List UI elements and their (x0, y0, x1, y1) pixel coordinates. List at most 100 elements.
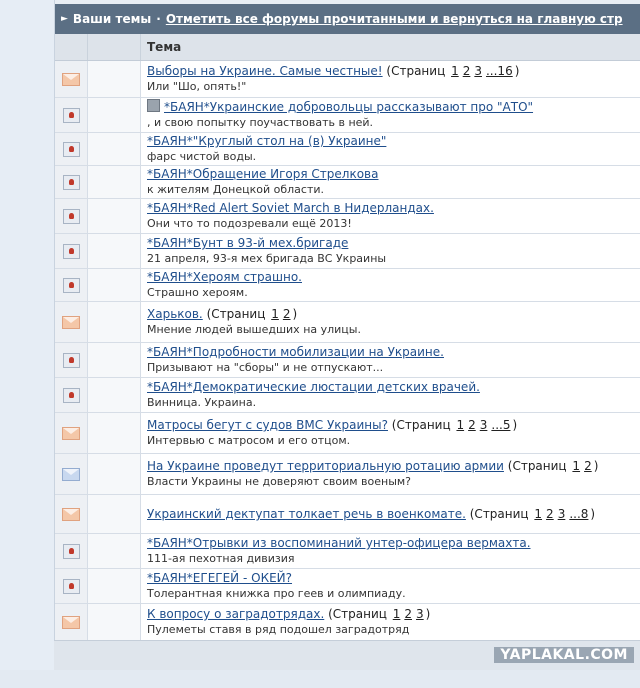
pages-list: (Страниц 1 2 3 ...5) (387, 418, 518, 432)
page-link[interactable]: 2 (546, 507, 554, 521)
topic-title-link[interactable]: *БАЯН*"Круглый стол на (в) Украине" (147, 134, 386, 148)
page-link[interactable]: ...16 (486, 64, 513, 78)
topic-description: Или "Шо, опять!" (147, 80, 247, 93)
panel-footer: YAPLAKAL.COM (54, 640, 640, 671)
page-link[interactable]: 2 (404, 607, 412, 621)
page-link[interactable]: ...8 (569, 507, 588, 521)
topic-title-link[interactable]: *БАЯН*Хероям страшно. (147, 270, 302, 284)
closed-topic-icon (62, 578, 80, 594)
page-link[interactable]: 3 (474, 64, 482, 78)
topic-title-link[interactable]: Выборы на Украине. Самые честные! (147, 64, 383, 78)
table-row[interactable]: Матросы бегут с судов ВМС Украины? (Стра… (55, 413, 640, 454)
page-link[interactable]: 1 (456, 418, 464, 432)
topic-description: Призывают на "сборы" и не отпускают... (147, 361, 384, 374)
mark-all-read-link[interactable]: Отметить все форумы прочитанными и верну… (166, 12, 623, 26)
pages-list: (Страниц 1 2) (202, 307, 298, 321)
closed-topic-icon (62, 243, 80, 259)
blue-envelope-icon (62, 467, 80, 481)
topic-description: , и свою попытку поучаствовать в ней. (147, 116, 374, 129)
pages-list: (Страниц 1 2 3 ...16) (382, 64, 520, 78)
table-row[interactable]: Украинский дектупат толкает речь в военк… (55, 495, 640, 534)
closed-topic-icon (62, 387, 80, 403)
page-link[interactable]: 3 (480, 418, 488, 432)
topic-title-link[interactable]: Матросы бегут с судов ВМС Украины? (147, 418, 388, 432)
left-margin (0, 0, 54, 688)
page-link[interactable]: ...5 (491, 418, 510, 432)
pinned-icon (147, 99, 160, 112)
panel-titlebar: ► Ваши темы · Отметить все форумы прочит… (55, 0, 640, 34)
page-link[interactable]: 1 (572, 459, 580, 473)
page-link[interactable]: 2 (584, 459, 592, 473)
peach-envelope-icon (62, 315, 80, 329)
column-topic-header: Тема (147, 40, 182, 54)
table-row[interactable]: *БАЯН*Украинские добровольцы рассказываю… (55, 98, 640, 133)
topic-title-link[interactable]: *БАЯН*ЕГЕГЕЙ - ОКЕЙ? (147, 571, 292, 585)
bottom-bar (0, 670, 640, 688)
page-link[interactable]: 2 (468, 418, 476, 432)
closed-topic-icon (62, 543, 80, 559)
closed-topic-icon (62, 352, 80, 368)
topic-description: к жителям Донецкой области. (147, 183, 324, 196)
topic-list: Выборы на Украине. Самые честные! (Стран… (55, 61, 640, 641)
table-row[interactable]: *БАЯН*Бунт в 93-й мех.бригаде 21 апреля, … (55, 234, 640, 269)
closed-topic-icon (62, 277, 80, 293)
forum-panel: ► Ваши темы · Отметить все форумы прочит… (54, 0, 640, 670)
table-row[interactable]: Выборы на Украине. Самые честные! (Стран… (55, 61, 640, 98)
page-link[interactable]: 3 (558, 507, 566, 521)
pages-list: (Страниц 1 2 3) (324, 607, 431, 621)
separator: · (156, 12, 161, 26)
peach-envelope-icon (62, 426, 80, 440)
page-link[interactable]: 2 (463, 64, 471, 78)
table-row[interactable]: *БАЯН*"Круглый стол на (в) Украине" фарс … (55, 133, 640, 166)
peach-envelope-icon (62, 72, 80, 86)
page-link[interactable]: 1 (534, 507, 542, 521)
table-row[interactable]: Харьков. (Страниц 1 2) Мнение людей вышедш… (55, 302, 640, 343)
page-link[interactable]: 3 (416, 607, 424, 621)
peach-envelope-icon (62, 615, 80, 629)
topic-title-link[interactable]: *БАЯН*Демократические люстации детских в… (147, 380, 480, 394)
topic-description: 111-ая пехотная дивизия (147, 552, 295, 565)
closed-topic-icon (62, 107, 80, 123)
table-row[interactable]: *БАЯН*Red Alert Soviet March в Нидерланд… (55, 199, 640, 234)
arrow-icon: ► (61, 14, 68, 24)
table-row[interactable]: *БАЯН*ЕГЕГЕЙ - ОКЕЙ? Толерантная книжка п… (55, 569, 640, 604)
page-link[interactable]: 1 (451, 64, 459, 78)
table-row[interactable]: *БАЯН*Демократические люстации детских в… (55, 378, 640, 413)
topic-description: Интервью с матросом и его отцом. (147, 434, 351, 447)
watermark: YAPLAKAL.COM (494, 647, 634, 663)
peach-envelope-icon (62, 507, 80, 521)
topic-description: Они что то подозревали ещё 2013! (147, 217, 352, 230)
topic-title-link[interactable]: *БАЯН*Бунт в 93-й мех.бригаде (147, 236, 348, 250)
table-row[interactable]: К вопросу о заградотрядах. (Страниц 1 2 3)… (55, 604, 640, 641)
pages-list: (Страниц 1 2) (503, 459, 599, 473)
topic-description: Толерантная книжка про геев и олимпиаду. (147, 587, 406, 600)
table-row[interactable]: На Украине проведут территориальную рота… (55, 454, 640, 495)
topic-title-link[interactable]: *БАЯН*Украинские добровольцы рассказываю… (164, 100, 533, 114)
table-row[interactable]: *БАЯН*Хероям страшно. Страшно хероям. (55, 269, 640, 302)
topic-description: Винница. Украина. (147, 396, 257, 409)
panel-title: Ваши темы (72, 12, 152, 26)
topic-description: 21 апреля, 93-я мех бригада ВС Украины (147, 252, 387, 265)
topic-description: Власти Украины не доверяют своим военым? (147, 475, 412, 488)
topic-title-link[interactable]: Харьков. (147, 307, 203, 321)
topic-title-link[interactable]: *БАЯН*Обращение Игоря Стрелкова (147, 167, 378, 181)
topic-title-link[interactable]: Украинский дектупат толкает речь в военк… (147, 507, 466, 521)
pages-list: (Страниц 1 2 3 ...8) (465, 507, 596, 521)
topic-title-link[interactable]: *БАЯН*Отрывки из воспоминаний унтер-офиц… (147, 536, 531, 550)
table-row[interactable]: *БАЯН*Отрывки из воспоминаний унтер-офиц… (55, 534, 640, 569)
topic-title-link[interactable]: *БАЯН*Подробности мобилизации на Украине… (147, 345, 444, 359)
page-link[interactable]: 2 (283, 307, 291, 321)
table-header: Тема (55, 34, 640, 61)
closed-topic-icon (62, 208, 80, 224)
topic-title-link[interactable]: На Украине проведут территориальную рота… (147, 459, 504, 473)
closed-topic-icon (62, 174, 80, 190)
table-row[interactable]: *БАЯН*Обращение Игоря Стрелкова к жителям… (55, 166, 640, 199)
topic-title-link[interactable]: *БАЯН*Red Alert Soviet March в Нидерланд… (147, 201, 434, 215)
topic-description: Мнение людей вышедших на улицы. (147, 323, 361, 336)
page-link[interactable]: 1 (393, 607, 401, 621)
page-link[interactable]: 1 (271, 307, 279, 321)
table-row[interactable]: *БАЯН*Подробности мобилизации на Украине… (55, 343, 640, 378)
topic-title-link[interactable]: К вопросу о заградотрядах. (147, 607, 324, 621)
topic-description: Страшно хероям. (147, 286, 248, 299)
closed-topic-icon (62, 141, 80, 157)
